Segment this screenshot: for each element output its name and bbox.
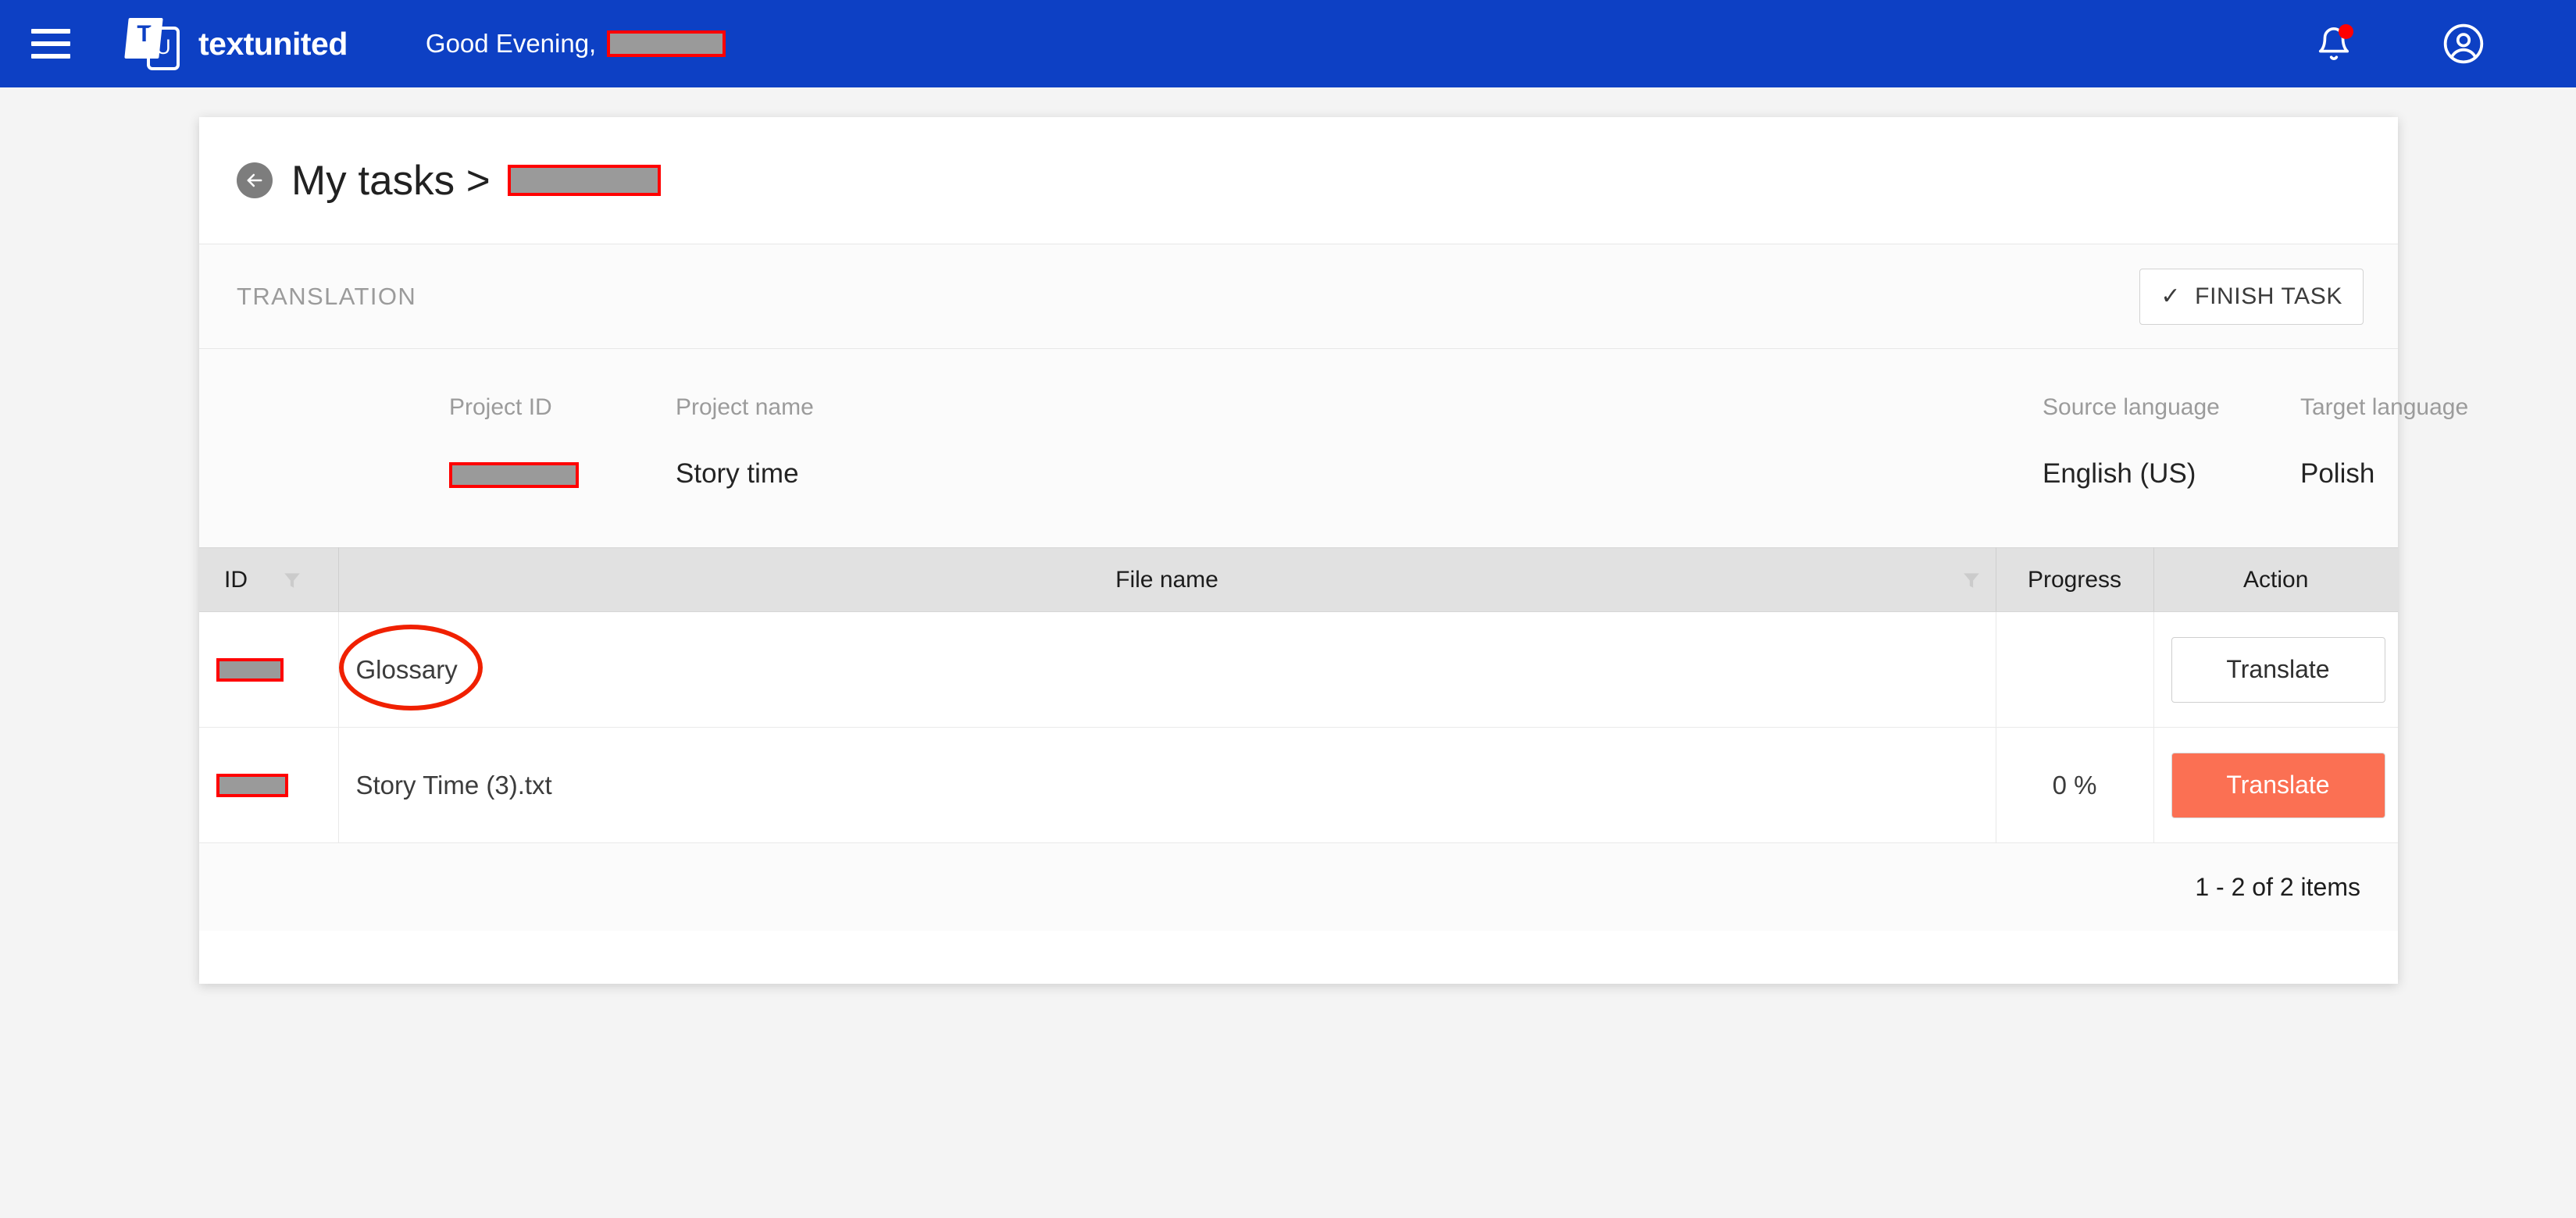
finish-task-label: FINISH TASK [2195,283,2342,309]
table-row: Story Time (3).txt 0 % Translate [199,727,2398,843]
table-footer: 1 - 2 of 2 items [199,843,2398,931]
column-header-action[interactable]: Action [2153,547,2398,612]
row-id-redacted [216,657,284,682]
user-circle-icon [2443,23,2484,64]
greeting-text: Good Evening, [425,29,597,58]
finish-task-button[interactable]: ✓ FINISH TASK [2139,268,2364,325]
notification-badge-dot [2339,24,2353,39]
section-header: TRANSLATION ✓ FINISH TASK [199,244,2398,348]
filter-icon-file-name[interactable] [1961,568,1982,592]
column-header-progress[interactable]: Progress [1996,547,2154,612]
cell-file-name: Glossary [338,611,1996,728]
greeting: Good Evening, [426,29,726,59]
page-title: My tasks > [291,157,491,204]
source-language-value: English (US) [2043,458,2196,489]
logo-letter-u: U [155,35,171,59]
hamburger-menu-icon[interactable] [31,29,70,59]
project-id-label: Project ID [449,394,552,420]
files-table-header: ID File name Progress Action [199,547,2398,612]
pagination-summary: 1 - 2 of 2 items [2195,872,2360,901]
file-name-label: Story Time (3).txt [355,770,552,800]
funnel-icon [1963,572,1979,588]
source-language-label: Source language [2043,394,2220,420]
arrow-left-icon [247,173,262,187]
file-name-label: Glossary [355,654,458,684]
column-header-id-label: ID [224,566,248,593]
column-header-file-name[interactable]: File name [338,547,1996,612]
cell-progress [1996,611,2154,728]
breadcrumb-task-redacted [507,165,661,196]
topbar-actions [2303,13,2494,74]
cell-id [199,727,339,843]
greeting-username-redacted [607,30,726,57]
card-bottom-spacer [199,931,2398,984]
filter-icon-id[interactable] [282,568,302,592]
cell-action: Translate [2153,727,2398,843]
account-button[interactable] [2433,13,2494,74]
row-id-redacted [216,773,288,797]
task-detail-card: My tasks > TRANSLATION ✓ FINISH TASK Pro… [199,117,2468,984]
project-name-label: Project name [676,394,814,420]
files-table-body: Glossary Translate Story Time (3).txt 0 … [199,611,2398,843]
notifications-button[interactable] [2303,13,2364,74]
check-icon: ✓ [2160,283,2182,309]
cell-action: Translate [2153,611,2398,728]
target-language-label: Target language [2300,394,2469,420]
project-id-redacted [449,462,579,489]
cell-id [199,611,339,728]
cell-progress: 0 % [1996,727,2154,843]
textunited-logo-icon: T U [124,16,180,72]
card-title-row: My tasks > [199,117,2398,244]
breadcrumb: My tasks > [291,157,661,205]
table-header-row: ID File name Progress Action [199,547,2398,612]
files-table: ID File name Progress Action Glossary Tr… [199,547,2398,843]
project-id-value [449,458,579,490]
cell-file-name: Story Time (3).txt [338,727,1996,843]
translate-button[interactable]: Translate [2171,752,2385,818]
column-header-progress-label: Progress [2027,566,2122,593]
column-header-id[interactable]: ID [199,547,339,612]
brand-logo[interactable]: T U textunited [124,16,348,72]
column-header-file-name-label: File name [1115,566,1218,593]
target-language-value: Polish [2300,458,2375,489]
project-meta-row: Project ID Project name Story time Sourc… [199,348,2468,547]
table-row: Glossary Translate [199,611,2398,728]
column-header-action-label: Action [2243,566,2309,593]
funnel-icon [284,572,300,588]
translate-button[interactable]: Translate [2171,636,2385,703]
back-button[interactable] [237,162,273,198]
project-name-value: Story time [676,458,799,489]
brand-name-label: textunited [198,25,348,62]
top-navigation-bar: T U textunited Good Evening, [0,0,2576,87]
section-label: TRANSLATION [237,282,417,310]
